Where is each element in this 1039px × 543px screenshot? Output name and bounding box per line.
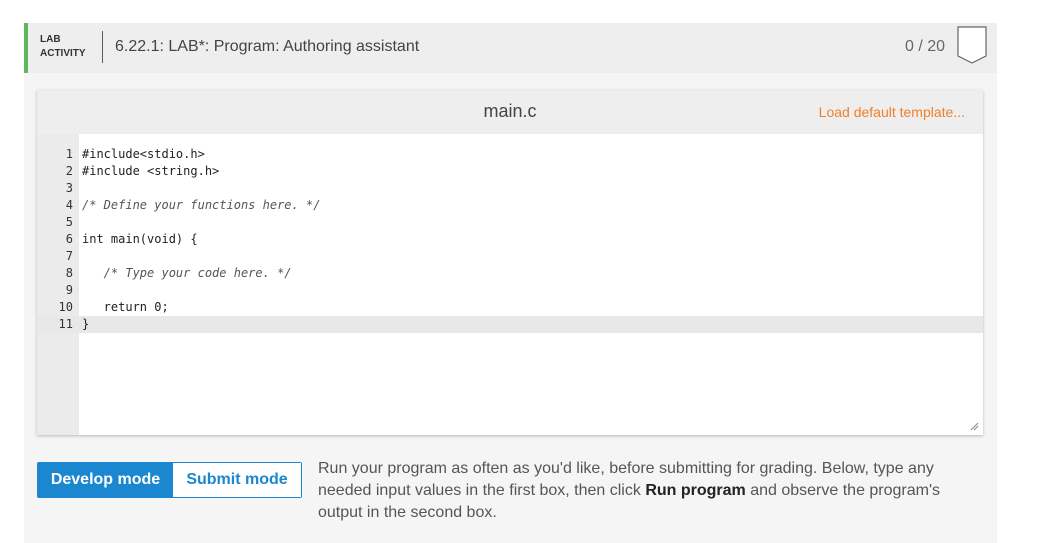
line-number: 2 bbox=[65, 164, 73, 178]
code-line[interactable]: 1 #include<stdio.h> bbox=[37, 146, 983, 163]
line-number: 11 bbox=[58, 317, 73, 331]
code-line[interactable]: 4 /* Define your functions here. */ bbox=[37, 197, 983, 214]
score-text: 0 / 20 bbox=[904, 38, 945, 55]
code-line[interactable]: 7 bbox=[37, 248, 983, 265]
code-line[interactable]: 2 #include <string.h> bbox=[37, 163, 983, 180]
load-default-template-link[interactable]: Load default template... bbox=[819, 104, 965, 120]
code-line[interactable]: 9 bbox=[37, 282, 983, 299]
code-editor[interactable]: main.c Load default template... 1 #includ… bbox=[37, 90, 983, 435]
code-line[interactable]: 6 int main(void) { bbox=[37, 231, 983, 248]
code-line[interactable]: 11} bbox=[37, 316, 983, 333]
cropped-top-text bbox=[24, 0, 204, 6]
header-divider bbox=[102, 31, 103, 63]
activity-type-label: LAB ACTIVITY bbox=[40, 33, 86, 61]
line-text[interactable]: /* Type your code here. */ bbox=[82, 265, 292, 282]
activity-type-line1: LAB bbox=[40, 34, 61, 45]
activity-type-line2: ACTIVITY bbox=[40, 48, 86, 59]
line-number: 1 bbox=[65, 147, 73, 161]
line-number: 7 bbox=[65, 249, 73, 263]
code-area[interactable]: 1 #include<stdio.h> 2 #include <string.h> 3 4… bbox=[37, 146, 983, 333]
line-number: 4 bbox=[65, 198, 73, 212]
line-number: 8 bbox=[65, 266, 73, 280]
develop-mode-button[interactable]: Develop mode bbox=[38, 463, 173, 497]
editor-header: main.c Load default template... bbox=[37, 90, 983, 134]
line-text[interactable]: return 0; bbox=[82, 299, 169, 316]
instructions-text: Run your program as often as you'd like,… bbox=[318, 458, 988, 524]
line-text[interactable]: /* Define your functions here. */ bbox=[82, 197, 320, 214]
run-program-emphasis: Run program bbox=[645, 482, 746, 499]
line-number: 10 bbox=[58, 300, 73, 314]
line-number: 3 bbox=[65, 181, 73, 195]
line-text[interactable]: #include<stdio.h> bbox=[82, 146, 205, 163]
code-line[interactable]: 10 return 0; bbox=[37, 299, 983, 316]
score-badge-icon bbox=[957, 26, 987, 64]
activity-title: 6.22.1: LAB*: Program: Authoring assista… bbox=[115, 38, 420, 55]
mode-toggle: Develop mode Submit mode bbox=[37, 462, 302, 498]
resize-grip-icon[interactable] bbox=[970, 422, 979, 431]
line-text[interactable]: } bbox=[82, 316, 89, 333]
code-line[interactable]: 8 /* Type your code here. */ bbox=[37, 265, 983, 282]
line-text[interactable]: #include <string.h> bbox=[82, 163, 219, 180]
submit-mode-button[interactable]: Submit mode bbox=[173, 463, 301, 497]
line-number: 6 bbox=[65, 232, 73, 246]
lab-header: LAB ACTIVITY 6.22.1: LAB*: Program: Auth… bbox=[24, 23, 997, 73]
code-line[interactable]: 5 bbox=[37, 214, 983, 231]
code-line[interactable]: 3 bbox=[37, 180, 983, 197]
line-text[interactable]: int main(void) { bbox=[82, 231, 198, 248]
line-number: 5 bbox=[65, 215, 73, 229]
line-number: 9 bbox=[65, 283, 73, 297]
